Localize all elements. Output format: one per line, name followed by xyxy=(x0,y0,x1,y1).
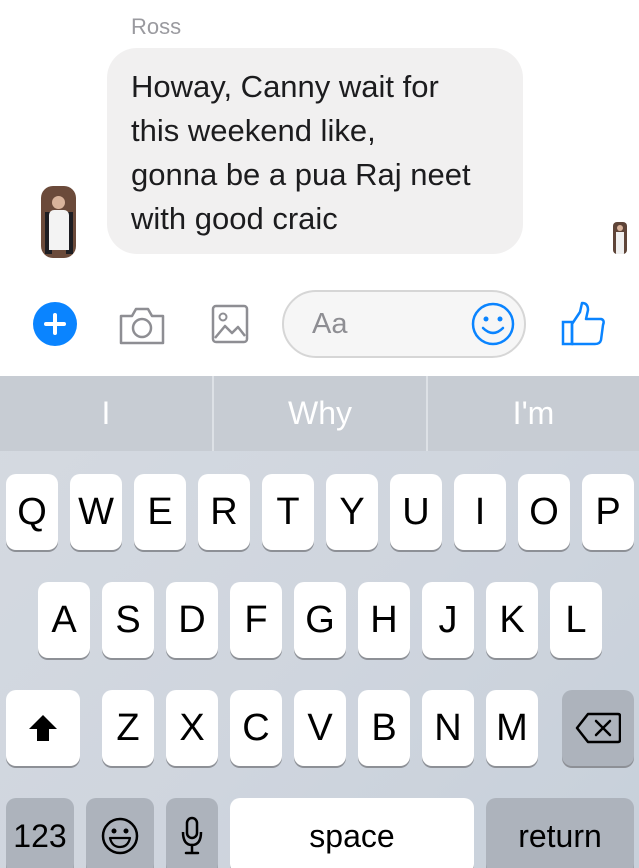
key-c[interactable]: C xyxy=(230,690,282,766)
key-g[interactable]: G xyxy=(294,582,346,658)
key-n[interactable]: N xyxy=(422,690,474,766)
key-t[interactable]: T xyxy=(262,474,314,550)
key-l[interactable]: L xyxy=(550,582,602,658)
key-x[interactable]: X xyxy=(166,690,218,766)
message-text: Howay, Canny wait for this weekend like,… xyxy=(131,69,471,236)
numbers-key[interactable]: 123 xyxy=(6,798,74,868)
key-k[interactable]: K xyxy=(486,582,538,658)
microphone-key[interactable] xyxy=(166,798,218,868)
emoji-keyboard-icon xyxy=(101,817,139,855)
avatar[interactable] xyxy=(41,186,76,258)
microphone-icon xyxy=(181,816,203,855)
shift-icon xyxy=(29,715,57,741)
photo-icon[interactable] xyxy=(210,302,250,346)
key-y[interactable]: Y xyxy=(326,474,378,550)
key-a[interactable]: A xyxy=(38,582,90,658)
key-v[interactable]: V xyxy=(294,690,346,766)
key-u[interactable]: U xyxy=(390,474,442,550)
shift-key[interactable] xyxy=(6,690,80,766)
sender-name: Ross xyxy=(131,14,182,39)
emoji-icon[interactable] xyxy=(470,301,516,347)
key-r[interactable]: R xyxy=(198,474,250,550)
key-e[interactable]: E xyxy=(134,474,186,550)
message-input-placeholder: Aa xyxy=(312,308,348,340)
suggestion-item[interactable]: I'm xyxy=(428,376,639,451)
suggestion-item[interactable]: Why xyxy=(214,376,426,451)
key-i[interactable]: I xyxy=(454,474,506,550)
suggestion-item[interactable]: I xyxy=(0,376,212,451)
emoji-keyboard-key[interactable] xyxy=(86,798,154,868)
key-h[interactable]: H xyxy=(358,582,410,658)
space-key[interactable]: space xyxy=(230,798,474,868)
read-receipt-avatar xyxy=(613,222,627,254)
key-p[interactable]: P xyxy=(582,474,634,550)
return-key[interactable]: return xyxy=(486,798,634,868)
backspace-icon xyxy=(575,712,621,744)
message-bubble[interactable]: Howay, Canny wait for this weekend like,… xyxy=(107,48,523,254)
key-j[interactable]: J xyxy=(422,582,474,658)
key-w[interactable]: W xyxy=(70,474,122,550)
plus-icon[interactable] xyxy=(33,302,77,346)
key-d[interactable]: D xyxy=(166,582,218,658)
key-b[interactable]: B xyxy=(358,690,410,766)
key-o[interactable]: O xyxy=(518,474,570,550)
key-m[interactable]: M xyxy=(486,690,538,766)
key-z[interactable]: Z xyxy=(102,690,154,766)
key-s[interactable]: S xyxy=(102,582,154,658)
thumbs-up-icon[interactable] xyxy=(560,300,608,348)
camera-icon[interactable] xyxy=(118,304,166,346)
message-thread: Ross Howay, Canny wait for this weekend … xyxy=(0,0,639,272)
backspace-key[interactable] xyxy=(562,690,634,766)
key-q[interactable]: Q xyxy=(6,474,58,550)
key-f[interactable]: F xyxy=(230,582,282,658)
